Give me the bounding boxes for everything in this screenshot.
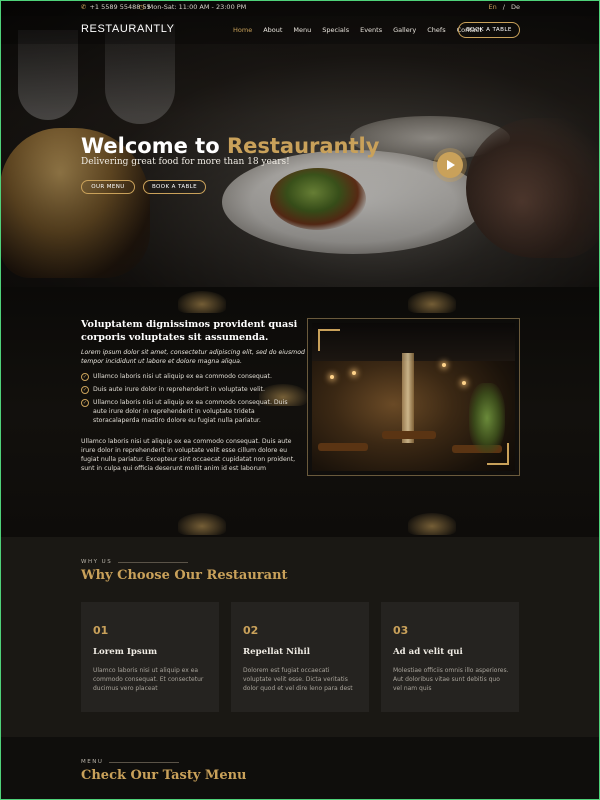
card-title: Lorem Ipsum <box>93 647 158 657</box>
kicker-line <box>109 761 180 763</box>
image-lamp <box>352 371 356 375</box>
about-section: Voluptatem dignissimos provident quasi c… <box>0 287 600 537</box>
nav-item-about[interactable]: About <box>263 26 282 34</box>
about-lead: Lorem ipsum dolor sit amet, consectetur … <box>81 349 305 365</box>
check-item-text: Ullamco laboris nisi ut aliquip ex ea co… <box>93 373 272 380</box>
image-table <box>318 443 368 451</box>
check-circle-icon: ✓ <box>81 386 89 394</box>
why-card: 02 Repellat Nihil Dolorem est fugiat occ… <box>231 602 369 712</box>
kicker-line <box>118 561 189 563</box>
check-circle-icon: ✓ <box>81 399 89 407</box>
hero-title-prefix: Welcome to <box>81 134 227 158</box>
hours-text: Mon-Sat: 11:00 AM - 23:00 PM <box>147 3 247 11</box>
card-number: 03 <box>393 624 409 637</box>
main-navbar: RESTAURANTLY Home About Menu Specials Ev… <box>0 16 600 44</box>
menu-title: Check Our Tasty Menu <box>81 768 247 783</box>
lotus-pattern <box>408 513 456 535</box>
card-text: Dolorem est fugiat occaecati voluptate v… <box>243 667 353 692</box>
image-lamp <box>442 363 446 367</box>
hero-book-table-button[interactable]: BOOK A TABLE <box>143 180 206 194</box>
site-logo[interactable]: RESTAURANTLY <box>81 23 175 35</box>
lang-en-link[interactable]: En <box>489 3 497 11</box>
nav-menu: Home About Menu Specials Events Gallery … <box>233 26 482 34</box>
lotus-pattern <box>178 291 226 313</box>
menu-kicker-text: MENU <box>81 759 104 765</box>
about-checklist: ✓ Ullamco laboris nisi ut aliquip ex ea … <box>81 372 301 429</box>
nav-item-gallery[interactable]: Gallery <box>393 26 416 34</box>
our-menu-button[interactable]: OUR MENU <box>81 180 135 194</box>
why-kicker: WHY US <box>81 559 189 565</box>
nav-item-menu[interactable]: Menu <box>293 26 311 34</box>
check-circle-icon: ✓ <box>81 373 89 381</box>
image-lamp <box>462 381 466 385</box>
play-video-button[interactable] <box>433 148 467 182</box>
card-title: Repellat Nihil <box>243 647 311 657</box>
top-bar: ✆ +1 5589 55488 55 ◷ Mon-Sat: 11:00 AM -… <box>0 0 600 16</box>
card-number: 01 <box>93 624 109 637</box>
hours-info: ◷ Mon-Sat: 11:00 AM - 23:00 PM <box>139 3 246 11</box>
check-item: ✓ Duis aute irure dolor in reprehenderit… <box>81 385 301 394</box>
clock-icon: ◷ <box>139 3 145 11</box>
about-image-frame <box>307 318 520 476</box>
why-us-section: WHY US Why Choose Our Restaurant 01 Lore… <box>0 537 600 737</box>
lotus-pattern <box>178 513 226 535</box>
image-column <box>402 353 414 443</box>
hero-section: ✆ +1 5589 55488 55 ◷ Mon-Sat: 11:00 AM -… <box>0 0 600 287</box>
about-title: Voluptatem dignissimos provident quasi c… <box>81 319 298 343</box>
nav-item-events[interactable]: Events <box>360 26 382 34</box>
hero-title-accent: Restaurantly <box>226 134 380 158</box>
nav-item-chefs[interactable]: Chefs <box>427 26 445 34</box>
play-icon <box>437 152 463 178</box>
frame-corner <box>318 329 340 351</box>
card-text: Molestiae officiis omnis illo asperiores… <box>393 667 509 692</box>
why-title: Why Choose Our Restaurant <box>81 568 288 583</box>
menu-kicker: MENU <box>81 759 180 765</box>
check-item-text: Ullamco laboris nisi ut aliquip ex ea co… <box>93 399 288 424</box>
check-item: ✓ Ullamco laboris nisi ut aliquip ex ea … <box>81 398 301 425</box>
card-title: Ad ad velit qui <box>393 647 463 657</box>
why-kicker-text: WHY US <box>81 559 113 565</box>
card-number: 02 <box>243 624 259 637</box>
lang-separator: / <box>502 3 505 11</box>
image-table <box>382 431 436 439</box>
nav-item-specials[interactable]: Specials <box>322 26 349 34</box>
card-text: Ulamco laboris nisi ut aliquip ex ea com… <box>93 667 204 692</box>
language-switcher: En / De <box>489 3 520 11</box>
about-paragraph: Ullamco laboris nisi ut aliquip ex ea co… <box>81 438 296 472</box>
why-card: 03 Ad ad velit qui Molestiae officiis om… <box>381 602 519 712</box>
check-item: ✓ Ullamco laboris nisi ut aliquip ex ea … <box>81 372 301 381</box>
why-card: 01 Lorem Ipsum Ulamco laboris nisi ut al… <box>81 602 219 712</box>
image-lamp <box>330 375 334 379</box>
lotus-pattern <box>408 291 456 313</box>
check-item-text: Duis aute irure dolor in reprehenderit i… <box>93 386 265 393</box>
nav-book-table-button[interactable]: BOOK A TABLE <box>458 22 520 38</box>
hero-title: Welcome to Restaurantly <box>81 134 379 158</box>
lang-de-link[interactable]: De <box>511 3 520 11</box>
menu-section: MENU Check Our Tasty Menu <box>0 737 600 800</box>
hero-subtitle: Delivering great food for more than 18 y… <box>81 157 290 167</box>
phone-icon: ✆ <box>81 3 87 11</box>
restaurant-interior-image <box>312 323 515 471</box>
nav-item-home[interactable]: Home <box>233 26 252 34</box>
frame-corner <box>487 443 509 465</box>
